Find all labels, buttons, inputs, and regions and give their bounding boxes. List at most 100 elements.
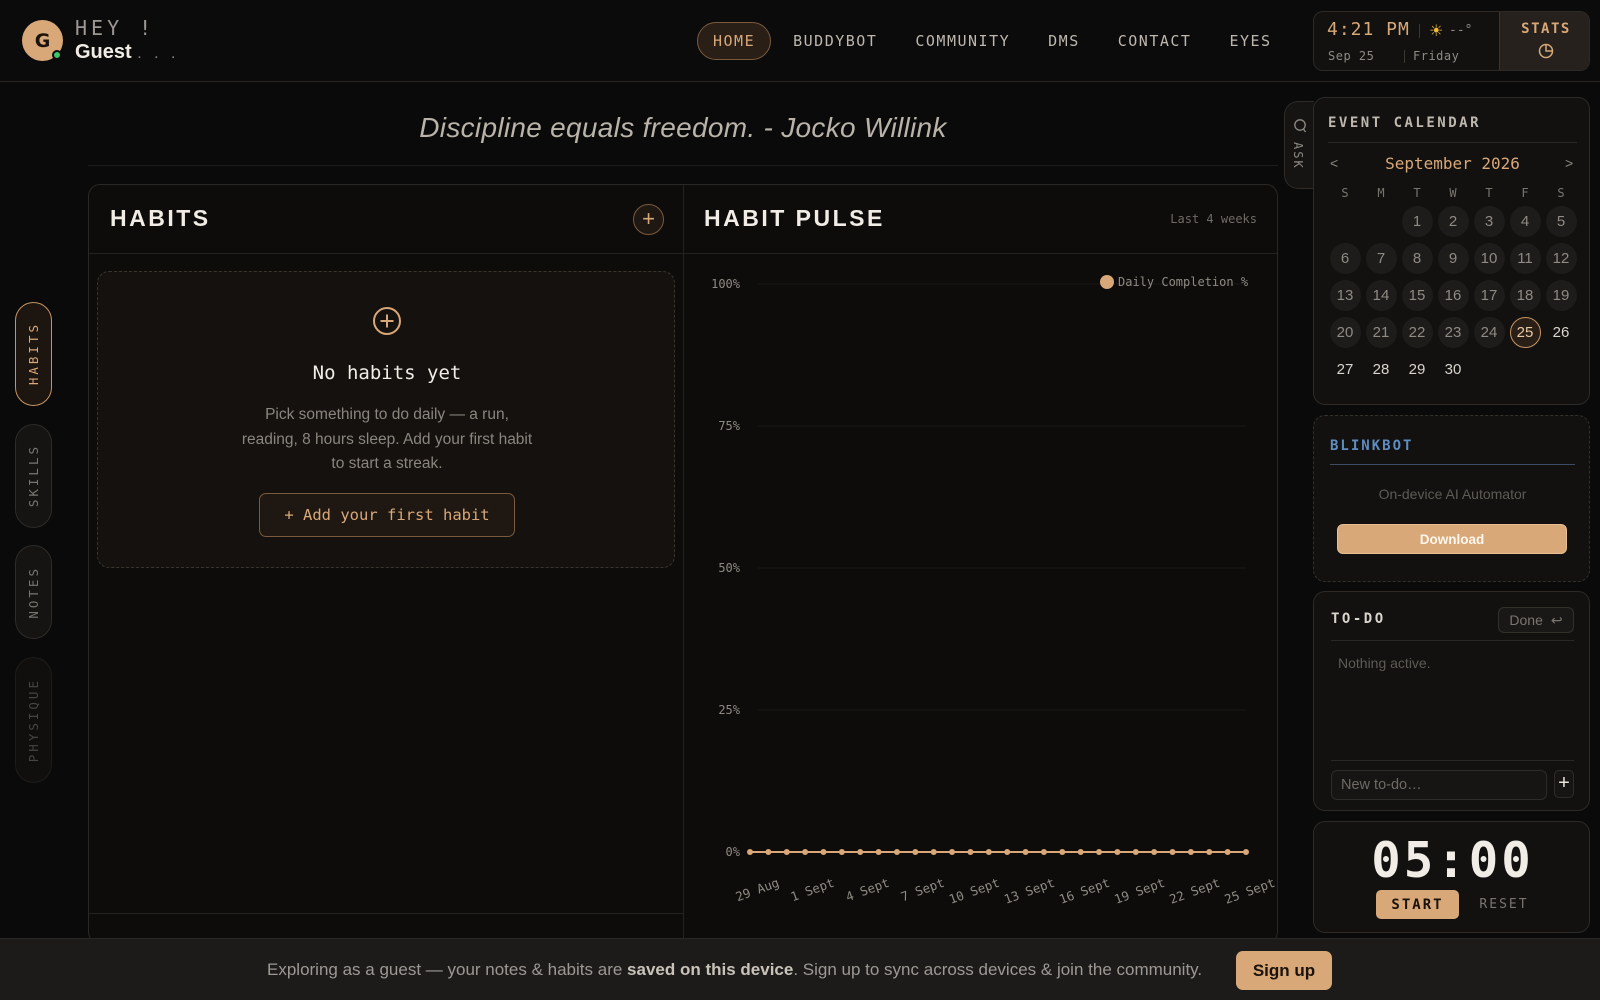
calendar-day[interactable]: 22 — [1399, 316, 1435, 348]
calendar-day-number: 15 — [1401, 279, 1433, 311]
clock-widget: 4:21 PM ☀ --° Sep 25 Friday STATS — [1313, 11, 1590, 71]
calendar-empty-cell — [1363, 205, 1399, 237]
legend-swatch — [1100, 275, 1114, 289]
side-tab-physique[interactable]: PHYSIQUE — [15, 657, 52, 783]
calendar-day-number: 12 — [1545, 242, 1577, 274]
calendar-day[interactable]: 24 — [1471, 316, 1507, 348]
side-tab-habits[interactable]: HABITS — [15, 302, 52, 406]
timer-reset-button[interactable]: RESET — [1469, 890, 1539, 919]
calendar-weekday-row: SMTWTFS — [1327, 186, 1579, 200]
side-tab-label: NOTES — [26, 565, 41, 619]
calendar-day-number: 16 — [1437, 279, 1469, 311]
nav-eyes[interactable]: EYES — [1213, 22, 1287, 60]
habits-footer-divider — [89, 913, 683, 914]
calendar-day-today[interactable]: 25 — [1507, 316, 1543, 348]
add-first-habit-button[interactable]: + Add your first habit — [259, 493, 515, 537]
calendar-day-number: 24 — [1473, 316, 1505, 348]
calendar-day-number: 20 — [1329, 316, 1361, 348]
calendar-day[interactable]: 30 — [1435, 353, 1471, 385]
calendar-weekday: T — [1485, 186, 1493, 200]
calendar-day[interactable]: 2 — [1435, 205, 1471, 237]
calendar-day-number: 17 — [1473, 279, 1505, 311]
timer-start-button[interactable]: START — [1376, 890, 1459, 919]
data-point — [1206, 849, 1213, 855]
data-point — [1059, 849, 1066, 855]
nav-home[interactable]: HOME — [697, 22, 772, 60]
nav-contact[interactable]: CONTACT — [1102, 22, 1208, 60]
calendar-month: September 2026 — [1385, 154, 1520, 173]
calendar-day[interactable]: 6 — [1327, 242, 1363, 274]
calendar-day[interactable]: 26 — [1543, 316, 1579, 348]
calendar-day[interactable]: 7 — [1363, 242, 1399, 274]
download-button[interactable]: Download — [1337, 524, 1567, 554]
calendar-weekday: S — [1341, 186, 1349, 200]
timer-display: 05:00 — [1371, 832, 1534, 889]
x-tick-label: 22 Sept — [1167, 875, 1222, 907]
clock-day: Friday — [1413, 49, 1460, 63]
data-point — [1151, 849, 1158, 855]
plus-circle-icon — [373, 307, 401, 335]
nav-community[interactable]: COMMUNITY — [899, 22, 1026, 60]
blinkbot-description: On-device AI Automator — [1378, 486, 1527, 502]
calendar-day[interactable]: 5 — [1543, 205, 1579, 237]
calendar-day[interactable]: 11 — [1507, 242, 1543, 274]
add-habit-button[interactable]: + — [633, 204, 664, 235]
data-point — [1114, 849, 1121, 855]
calendar-day-number: 19 — [1545, 279, 1577, 311]
calendar-day-number: 2 — [1437, 205, 1469, 237]
calendar-day[interactable]: 28 — [1363, 353, 1399, 385]
x-tick-label: 19 Sept — [1112, 875, 1167, 907]
data-point — [985, 849, 992, 855]
ask-label: ASK — [1291, 142, 1305, 170]
todo-done-button[interactable]: Done ↩ — [1498, 607, 1574, 633]
weather-temp: --° — [1449, 23, 1473, 38]
calendar-day[interactable]: 19 — [1543, 279, 1579, 311]
user-name: Guest . . . — [75, 41, 179, 64]
calendar-day[interactable]: 20 — [1327, 316, 1363, 348]
calendar-day[interactable]: 8 — [1399, 242, 1435, 274]
calendar-day[interactable]: 1 — [1399, 205, 1435, 237]
calendar-day[interactable]: 4 — [1507, 205, 1543, 237]
calendar-day[interactable]: 13 — [1327, 279, 1363, 311]
side-tab-notes[interactable]: NOTES — [15, 545, 52, 639]
side-tab-label: HABITS — [26, 322, 41, 386]
calendar-day[interactable]: 29 — [1399, 353, 1435, 385]
add-todo-button[interactable]: + — [1554, 770, 1574, 798]
calendar-day[interactable]: 3 — [1471, 205, 1507, 237]
calendar-day[interactable]: 27 — [1327, 353, 1363, 385]
data-point — [1077, 849, 1084, 855]
main-panel: HABITS + No habits yet Pick something to… — [88, 184, 1278, 944]
nav-buddybot[interactable]: BUDDYBOT — [777, 22, 893, 60]
todo-title: TO-DO — [1331, 611, 1386, 627]
calendar-day[interactable]: 10 — [1471, 242, 1507, 274]
calendar-next-button[interactable]: > — [1565, 155, 1573, 171]
calendar-day[interactable]: 17 — [1471, 279, 1507, 311]
side-tab-skills[interactable]: SKILLS — [15, 424, 52, 528]
new-todo-input[interactable] — [1331, 770, 1547, 800]
clock-divider — [1419, 24, 1420, 38]
calendar-day[interactable]: 18 — [1507, 279, 1543, 311]
nav-dms[interactable]: DMS — [1032, 22, 1096, 60]
calendar-day[interactable]: 23 — [1435, 316, 1471, 348]
signup-button[interactable]: Sign up — [1236, 951, 1332, 990]
todo-divider — [1331, 640, 1574, 641]
habits-empty-state: No habits yet Pick something to do daily… — [97, 271, 675, 568]
data-point — [967, 849, 974, 855]
y-tick-label: 50% — [718, 561, 740, 575]
stats-button[interactable]: STATS — [1499, 12, 1589, 70]
habit-pulse-range: Last 4 weeks — [1170, 212, 1257, 226]
calendar-day[interactable]: 9 — [1435, 242, 1471, 274]
ask-tab[interactable]: ASK — [1284, 101, 1314, 189]
side-tab-label: SKILLS — [26, 444, 41, 508]
calendar-day[interactable]: 15 — [1399, 279, 1435, 311]
data-point — [1096, 849, 1103, 855]
calendar-day[interactable]: 14 — [1363, 279, 1399, 311]
calendar-day[interactable]: 16 — [1435, 279, 1471, 311]
calendar-weekday: W — [1449, 186, 1457, 200]
clock-date: Sep 25 — [1328, 49, 1375, 63]
empty-description: Pick something to do daily — a run, read… — [241, 406, 533, 472]
stats-label: STATS — [1521, 21, 1571, 37]
calendar-day-number: 27 — [1336, 360, 1354, 378]
calendar-day[interactable]: 21 — [1363, 316, 1399, 348]
calendar-day[interactable]: 12 — [1543, 242, 1579, 274]
